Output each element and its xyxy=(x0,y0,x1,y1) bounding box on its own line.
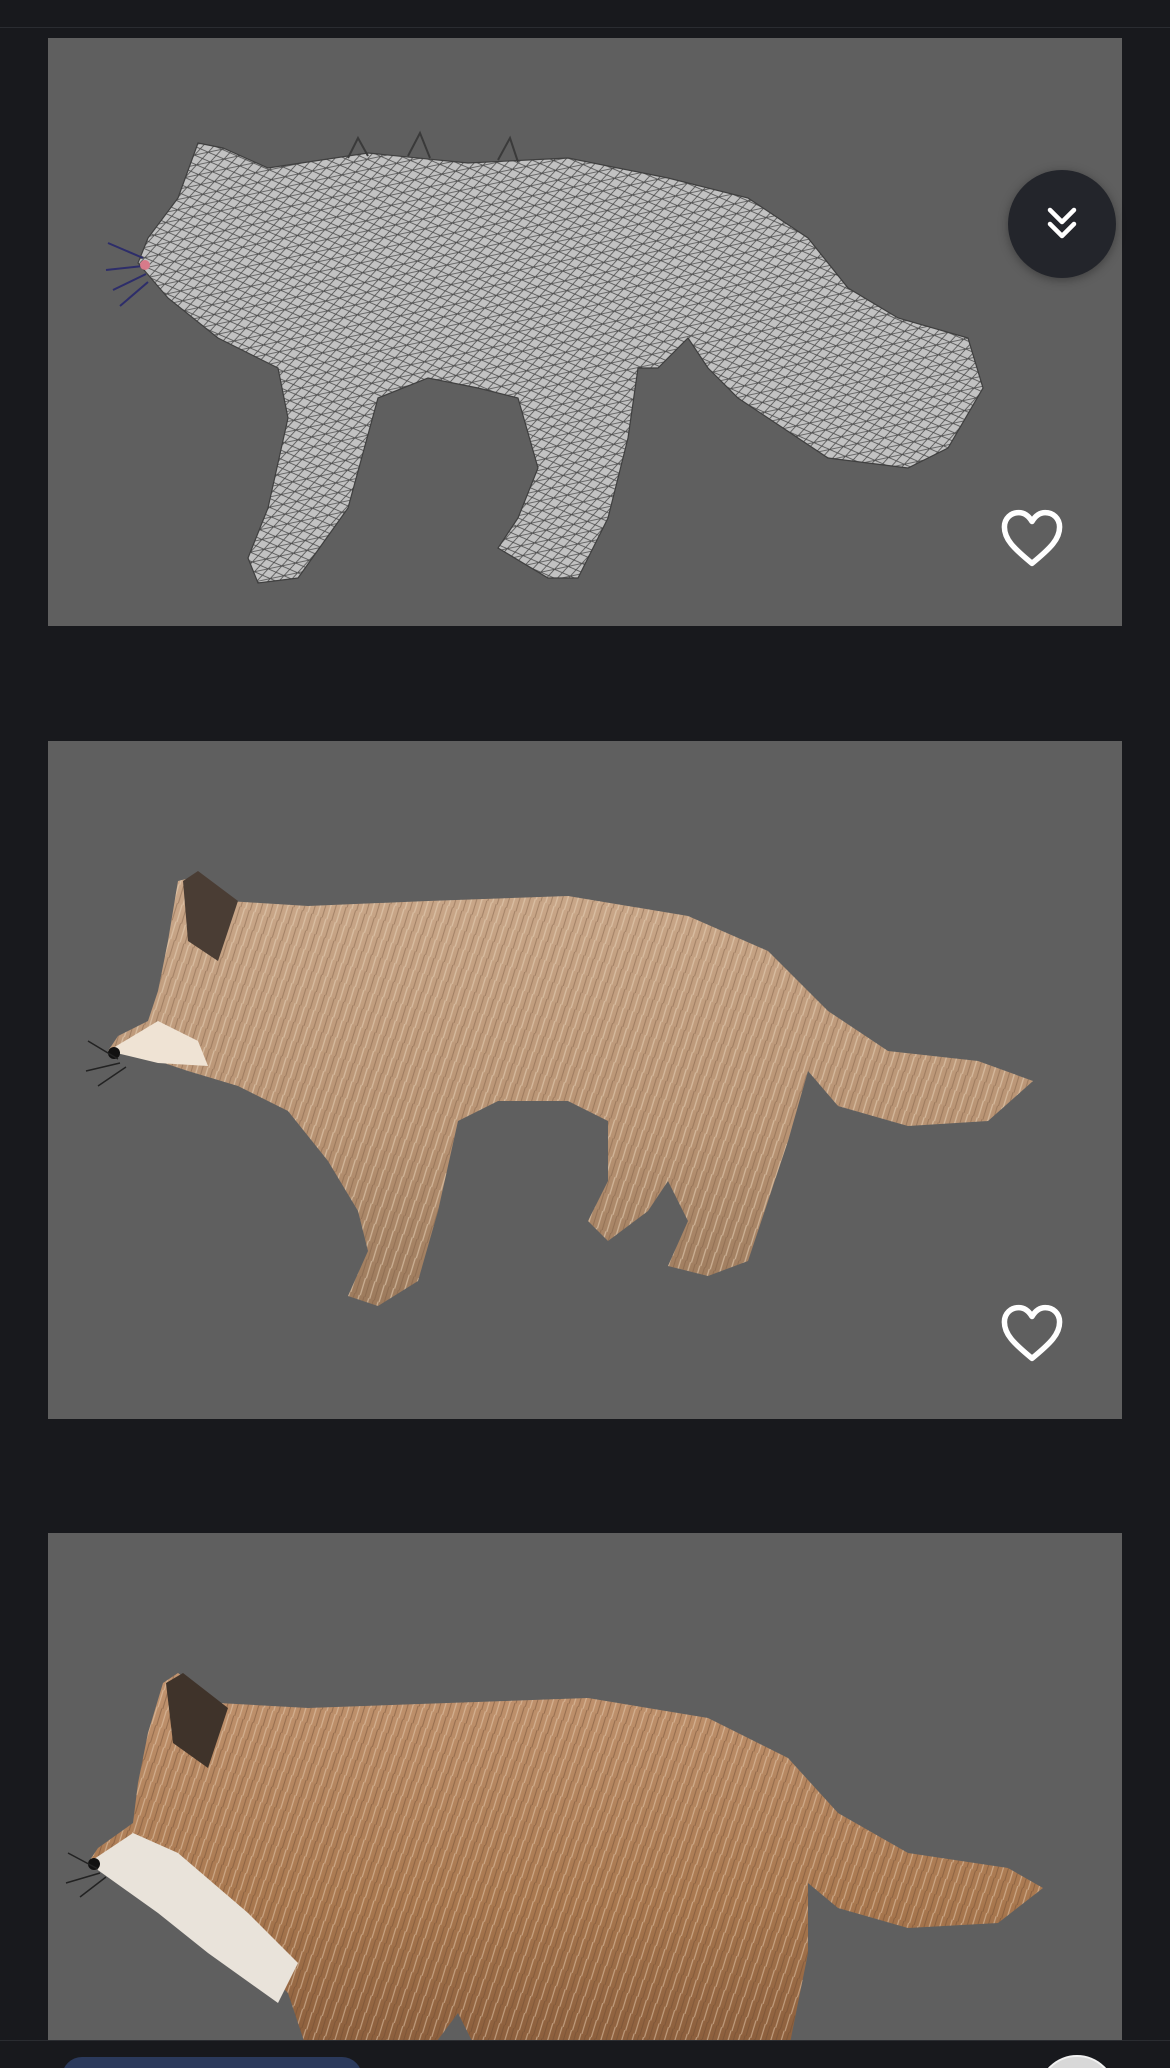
top-divider xyxy=(0,27,1170,28)
bottom-toolbar xyxy=(0,2040,1170,2068)
page xyxy=(0,0,1170,2068)
favorite-button[interactable] xyxy=(1000,1301,1064,1365)
gallery-image-fur-light[interactable] xyxy=(48,741,1122,1419)
bottom-action-pill[interactable] xyxy=(62,2057,362,2068)
scroll-down-button[interactable] xyxy=(1008,170,1116,278)
double-chevron-down-icon xyxy=(1047,207,1077,239)
heart-outline-icon xyxy=(1001,1304,1063,1362)
gallery-image-fur-orange[interactable] xyxy=(48,1533,1122,2053)
wireframe-fox-image xyxy=(48,38,1122,626)
gallery-image-wireframe[interactable] xyxy=(48,38,1122,626)
fox-fur-light-image xyxy=(48,741,1122,1419)
fox-fur-orange-image xyxy=(48,1533,1122,2053)
heart-outline-icon xyxy=(1001,509,1063,567)
favorite-button[interactable] xyxy=(1000,506,1064,570)
avatar[interactable] xyxy=(1038,2055,1116,2068)
